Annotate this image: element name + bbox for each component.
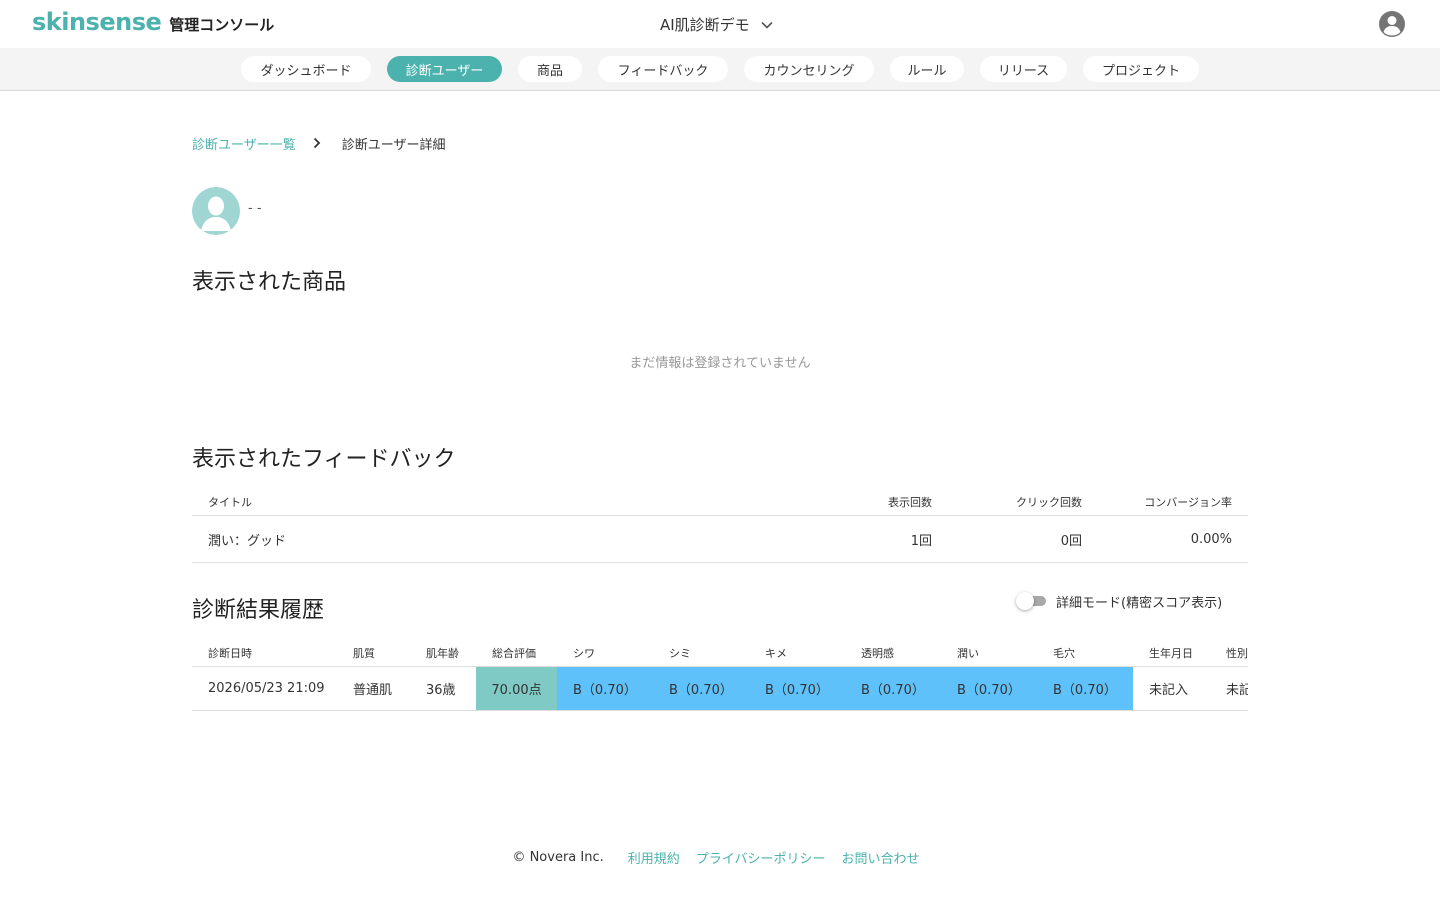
history-spot: B（0.70）: [653, 667, 749, 710]
history-wrinkle: B（0.70）: [557, 667, 653, 710]
history-gender: 未記入: [1226, 683, 1248, 698]
history-overall-score: 70.00点: [476, 667, 557, 710]
feedback-views: 1回: [910, 533, 932, 549]
main-nav: ダッシュボード 診断ユーザー 商品 フィードバック カウンセリング ルール リリ…: [0, 48, 1440, 91]
feedback-section-title: 表示されたフィードバック: [192, 447, 456, 472]
col-skin-age: 肌年齢: [426, 647, 459, 660]
col-spot: シミ: [669, 647, 691, 660]
tab-dashboard[interactable]: ダッシュボード: [241, 56, 371, 82]
products-empty-message: まだ情報は登録されていません: [629, 356, 811, 371]
footer: © Novera Inc. 利用規約 プライバシーポリシー お問い合わせ: [0, 846, 1440, 868]
detail-mode-label: 詳細モード(精密スコア表示): [1056, 595, 1223, 611]
chevron-right-icon: [312, 137, 322, 149]
breadcrumb-current: 診断ユーザー詳細: [341, 137, 446, 153]
col-skin-type: 肌質: [353, 647, 375, 660]
history-clarity: B（0.70）: [845, 667, 941, 710]
history-table-header: 診断日時 肌質 肌年齢 総合評価 シワ シミ キメ 透明感 潤い 毛穴 生年月日…: [192, 640, 1248, 667]
tab-products[interactable]: 商品: [518, 56, 582, 82]
feedback-conversion: 0.00%: [1190, 531, 1232, 547]
table-row[interactable]: 2026/05/23 21:09 普通肌 36歳 70.00点 B（0.70） …: [192, 667, 1248, 711]
logo-wordmark: skinsense: [32, 8, 162, 36]
privacy-policy-link[interactable]: プライバシーポリシー: [696, 848, 826, 867]
tab-counseling[interactable]: カウンセリング: [744, 56, 874, 82]
history-skin-age: 36歳: [426, 683, 456, 698]
breadcrumb: 診断ユーザー一覧 診断ユーザー詳細: [192, 133, 446, 153]
col-overall: 総合評価: [492, 647, 536, 660]
toggle-knob[interactable]: [1016, 592, 1034, 610]
logo-subtitle: 管理コンソール: [169, 16, 275, 34]
toggle-track[interactable]: [1016, 592, 1046, 610]
tab-rules[interactable]: ルール: [890, 56, 964, 82]
col-pore: 毛穴: [1053, 647, 1075, 660]
detail-mode-toggle[interactable]: 詳細モード(精密スコア表示): [1016, 591, 1223, 611]
tab-releases[interactable]: リリース: [980, 56, 1067, 82]
history-moisture: B（0.70）: [941, 667, 1037, 710]
col-gender: 性別: [1226, 647, 1248, 660]
col-conversion: コンバージョン率: [1144, 496, 1232, 509]
history-texture: B（0.70）: [749, 667, 845, 710]
table-row[interactable]: 潤い：グッド 1回 0回 0.00%: [192, 516, 1248, 563]
history-skin-type: 普通肌: [353, 683, 393, 698]
contact-link[interactable]: お問い合わせ: [842, 848, 920, 867]
user-name: - -: [248, 201, 262, 216]
history-section-title: 診断結果履歴: [192, 598, 325, 623]
breadcrumb-parent-link[interactable]: 診断ユーザー一覧: [192, 134, 296, 153]
col-moisture: 潤い: [957, 647, 979, 660]
feedback-table-header: タイトル 表示回数 クリック回数 コンバージョン率: [192, 489, 1248, 516]
col-views: 表示回数: [888, 496, 932, 509]
col-title: タイトル: [208, 496, 252, 509]
project-selector[interactable]: AI肌診断デモ: [660, 12, 774, 36]
account-icon[interactable]: [1378, 10, 1406, 38]
products-section-title: 表示された商品: [192, 270, 347, 295]
app-header: skinsense 管理コンソール AI肌診断デモ: [0, 0, 1440, 48]
tab-diagnosis-users[interactable]: 診断ユーザー: [387, 56, 502, 82]
tab-feedback[interactable]: フィードバック: [598, 56, 728, 82]
logo[interactable]: skinsense 管理コンソール: [32, 8, 274, 36]
copyright: © Novera Inc.: [512, 849, 604, 865]
feedback-table: タイトル 表示回数 クリック回数 コンバージョン率 潤い：グッド 1回 0回 0…: [192, 489, 1248, 563]
col-clicks: クリック回数: [1016, 496, 1082, 509]
col-date: 診断日時: [208, 647, 252, 660]
history-birthdate: 未記入: [1149, 683, 1189, 698]
col-birthdate: 生年月日: [1149, 647, 1193, 660]
feedback-title: 潤い：グッド: [208, 533, 287, 549]
col-texture: キメ: [765, 647, 787, 660]
terms-link[interactable]: 利用規約: [628, 848, 680, 867]
col-clarity: 透明感: [861, 647, 894, 660]
col-wrinkle: シワ: [573, 647, 595, 660]
history-table[interactable]: 診断日時 肌質 肌年齢 総合評価 シワ シミ キメ 透明感 潤い 毛穴 生年月日…: [192, 640, 1248, 711]
history-date: 2026/05/23 21:09: [208, 681, 325, 696]
tab-projects[interactable]: プロジェクト: [1083, 56, 1199, 82]
project-name: AI肌診断デモ: [660, 15, 750, 34]
user-avatar-icon: [192, 187, 240, 235]
chevron-down-icon: [760, 17, 774, 31]
history-pore: B（0.70）: [1037, 667, 1133, 710]
feedback-clicks: 0回: [1060, 533, 1082, 549]
